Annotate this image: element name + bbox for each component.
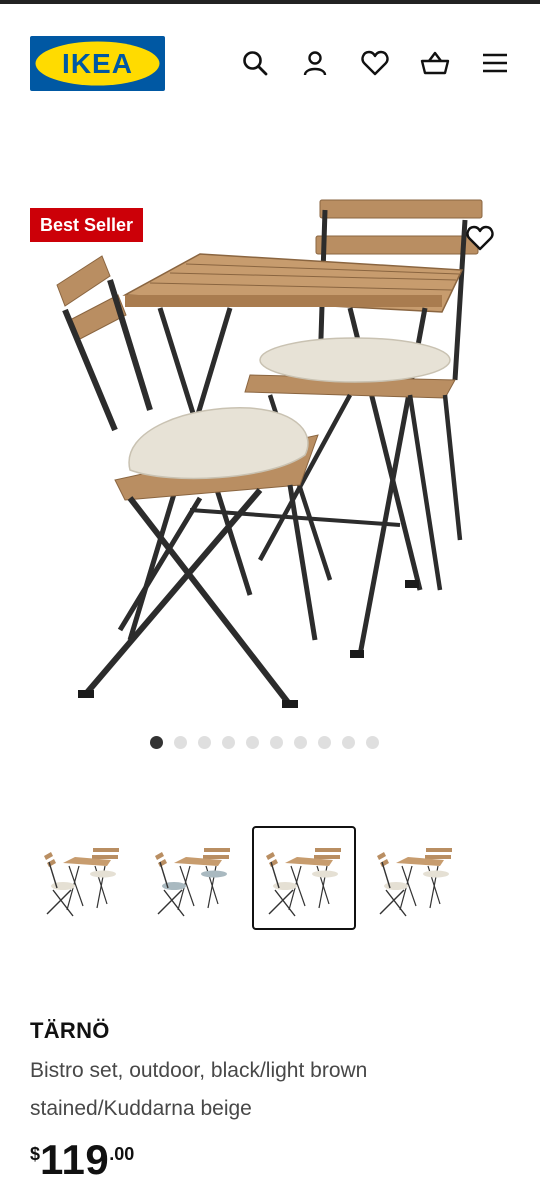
gallery-dot[interactable] xyxy=(198,735,211,749)
favourites-icon[interactable] xyxy=(360,48,390,78)
search-icon[interactable] xyxy=(240,48,270,78)
cart-icon[interactable] xyxy=(420,48,450,78)
price-currency: $ xyxy=(30,1144,41,1164)
product-thumbnail[interactable] xyxy=(141,826,245,930)
add-to-favourites-button[interactable] xyxy=(462,220,498,256)
ikea-logo[interactable]: IKEA xyxy=(30,36,165,91)
product-price: $ 119 .00 xyxy=(30,1138,510,1182)
product-thumbnail[interactable] xyxy=(252,826,356,930)
product-name[interactable]: TÄRNÖ xyxy=(30,1018,510,1044)
price-decimals: .00 xyxy=(109,1144,135,1164)
gallery-dot[interactable] xyxy=(342,735,355,749)
account-icon[interactable] xyxy=(300,48,330,78)
gallery-dot[interactable] xyxy=(270,735,283,749)
product-image[interactable] xyxy=(50,180,490,720)
gallery-dot[interactable] xyxy=(366,735,379,749)
product-thumbnail[interactable] xyxy=(30,826,134,930)
gallery-dot[interactable] xyxy=(246,735,259,749)
gallery-dot[interactable] xyxy=(174,735,187,749)
thumbnail-strip[interactable] xyxy=(30,826,510,932)
gallery-pagination[interactable] xyxy=(150,734,390,750)
product-description: Bistro set, outdoor, black/light brown s… xyxy=(30,1059,368,1120)
price-integer: 119 xyxy=(40,1136,110,1183)
site-header: IKEA xyxy=(0,4,540,114)
best-seller-badge: Best Seller xyxy=(30,208,144,242)
gallery-dot[interactable] xyxy=(318,735,331,749)
logo-text: IKEA xyxy=(62,48,133,79)
product-info: TÄRNÖ Bistro set, outdoor, black/light b… xyxy=(30,1018,510,1182)
menu-icon[interactable] xyxy=(480,48,510,78)
gallery-dot[interactable] xyxy=(294,735,307,749)
product-thumbnail[interactable] xyxy=(363,826,467,930)
gallery-dot[interactable] xyxy=(150,735,163,749)
gallery-dot[interactable] xyxy=(222,735,235,749)
product-gallery[interactable]: Best Seller xyxy=(0,170,540,730)
heart-icon xyxy=(466,225,494,251)
